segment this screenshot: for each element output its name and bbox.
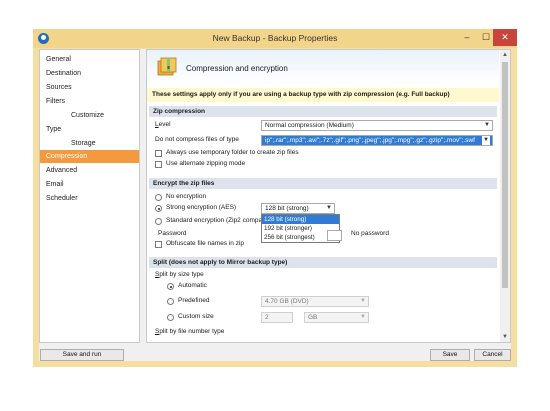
- vertical-scrollbar[interactable]: ▲ ▼: [500, 50, 510, 342]
- panel-header: Compression and encryption: [147, 50, 499, 84]
- temp-folder-checkbox[interactable]: [155, 150, 162, 157]
- no-encryption-label: No encryption: [166, 193, 207, 200]
- client-area: General Destination Sources Filters Cust…: [39, 49, 511, 361]
- password-input[interactable]: [327, 230, 342, 241]
- zip-note: These settings apply only if you are usi…: [147, 88, 499, 102]
- sidebar-item-storage[interactable]: Storage: [40, 137, 139, 150]
- window-title: New Backup - Backup Properties: [212, 33, 338, 43]
- no-password-label: No password: [351, 230, 389, 237]
- chevron-down-icon: ▼: [326, 205, 332, 211]
- alt-zip-label: Use alternate zipping mode: [166, 160, 246, 167]
- scroll-up-icon[interactable]: ▲: [500, 50, 510, 60]
- nocompress-label: Do not compress files of type: [155, 136, 239, 143]
- no-encryption-radio[interactable]: [155, 194, 162, 201]
- scroll-thumb[interactable]: [502, 62, 508, 288]
- option-128bit[interactable]: 128 bit (strong): [262, 215, 339, 224]
- sidebar-item-type[interactable]: Type: [40, 123, 139, 136]
- save-and-run-button[interactable]: Save and run: [40, 349, 124, 361]
- strong-encryption-label: Strong encryption (AES): [166, 204, 237, 211]
- split-size-label: Split by size type: [155, 271, 204, 278]
- encryption-strength-select[interactable]: 128 bit (strong) ▼: [261, 203, 335, 214]
- custom-size-input[interactable]: 2: [261, 312, 293, 323]
- section-encrypt: Encrypt the zip files: [149, 178, 497, 189]
- sidebar-item-general[interactable]: General: [40, 53, 139, 66]
- panel-title: Compression and encryption: [186, 64, 288, 73]
- compression-level-select[interactable]: Normal compression (Medium) ▼: [261, 120, 493, 131]
- password-label: Password: [158, 230, 187, 237]
- split-automatic-radio[interactable]: [167, 283, 174, 290]
- split-predefined-radio[interactable]: [167, 298, 174, 305]
- sidebar-item-sources[interactable]: Sources: [40, 81, 139, 94]
- sidebar-item-scheduler[interactable]: Scheduler: [40, 192, 139, 205]
- backup-properties-window: New Backup - Backup Properties – ☐ ✕ Gen…: [33, 29, 517, 367]
- chevron-down-icon: ▼: [360, 314, 366, 320]
- sidebar-item-compression[interactable]: Compression: [40, 150, 139, 163]
- standard-encryption-label: Standard encryption (Zip2 compa: [166, 217, 263, 224]
- alt-zip-checkbox[interactable]: [155, 161, 162, 168]
- split-number-label: Split by file number type: [155, 328, 225, 335]
- chevron-down-icon: ▼: [482, 136, 490, 145]
- strong-encryption-radio[interactable]: [155, 205, 162, 212]
- settings-panel: Compression and encryption These setting…: [146, 49, 511, 343]
- split-custom-radio[interactable]: [167, 314, 174, 321]
- split-automatic-label: Automatic: [178, 282, 207, 289]
- title-bar[interactable]: New Backup - Backup Properties – ☐ ✕: [33, 29, 517, 48]
- sidebar-item-destination[interactable]: Destination: [40, 67, 139, 80]
- sidebar-nav: General Destination Sources Filters Cust…: [39, 49, 140, 343]
- chevron-down-icon: ▼: [484, 122, 490, 128]
- sidebar-item-customize[interactable]: Customize: [40, 109, 139, 122]
- scroll-down-icon[interactable]: ▼: [500, 332, 510, 342]
- standard-encryption-radio[interactable]: [155, 218, 162, 225]
- sidebar-item-filters[interactable]: Filters: [40, 95, 139, 108]
- custom-unit-select[interactable]: GB ▼: [304, 312, 369, 323]
- close-button[interactable]: ✕: [493, 29, 517, 46]
- nocompress-types-field[interactable]: ip";.rar";.mp3";.avi";.7z";.gif";.png";.…: [261, 135, 493, 146]
- split-predefined-label: Predefined: [178, 297, 210, 304]
- section-split: Split (does not apply to Mirror backup t…: [149, 257, 497, 268]
- chevron-down-icon: ▼: [360, 298, 366, 304]
- predefined-size-select[interactable]: 4.70 GB (DVD) ▼: [261, 296, 369, 307]
- obfuscate-checkbox[interactable]: [155, 241, 162, 248]
- temp-folder-label: Always use temporary folder to create zi…: [166, 149, 299, 156]
- level-label: Level: [155, 121, 171, 128]
- obfuscate-label: Obfuscate file names in zip: [166, 240, 245, 247]
- split-custom-label: Custom size: [178, 313, 214, 320]
- section-zip-compression: Zip compression: [149, 106, 497, 117]
- sidebar-item-advanced[interactable]: Advanced: [40, 164, 139, 177]
- sidebar-item-email[interactable]: Email: [40, 178, 139, 191]
- cancel-button[interactable]: Cancel: [474, 349, 511, 361]
- zip-archive-icon: [157, 57, 177, 76]
- minimize-button[interactable]: –: [458, 29, 476, 46]
- save-button[interactable]: Save: [430, 349, 470, 361]
